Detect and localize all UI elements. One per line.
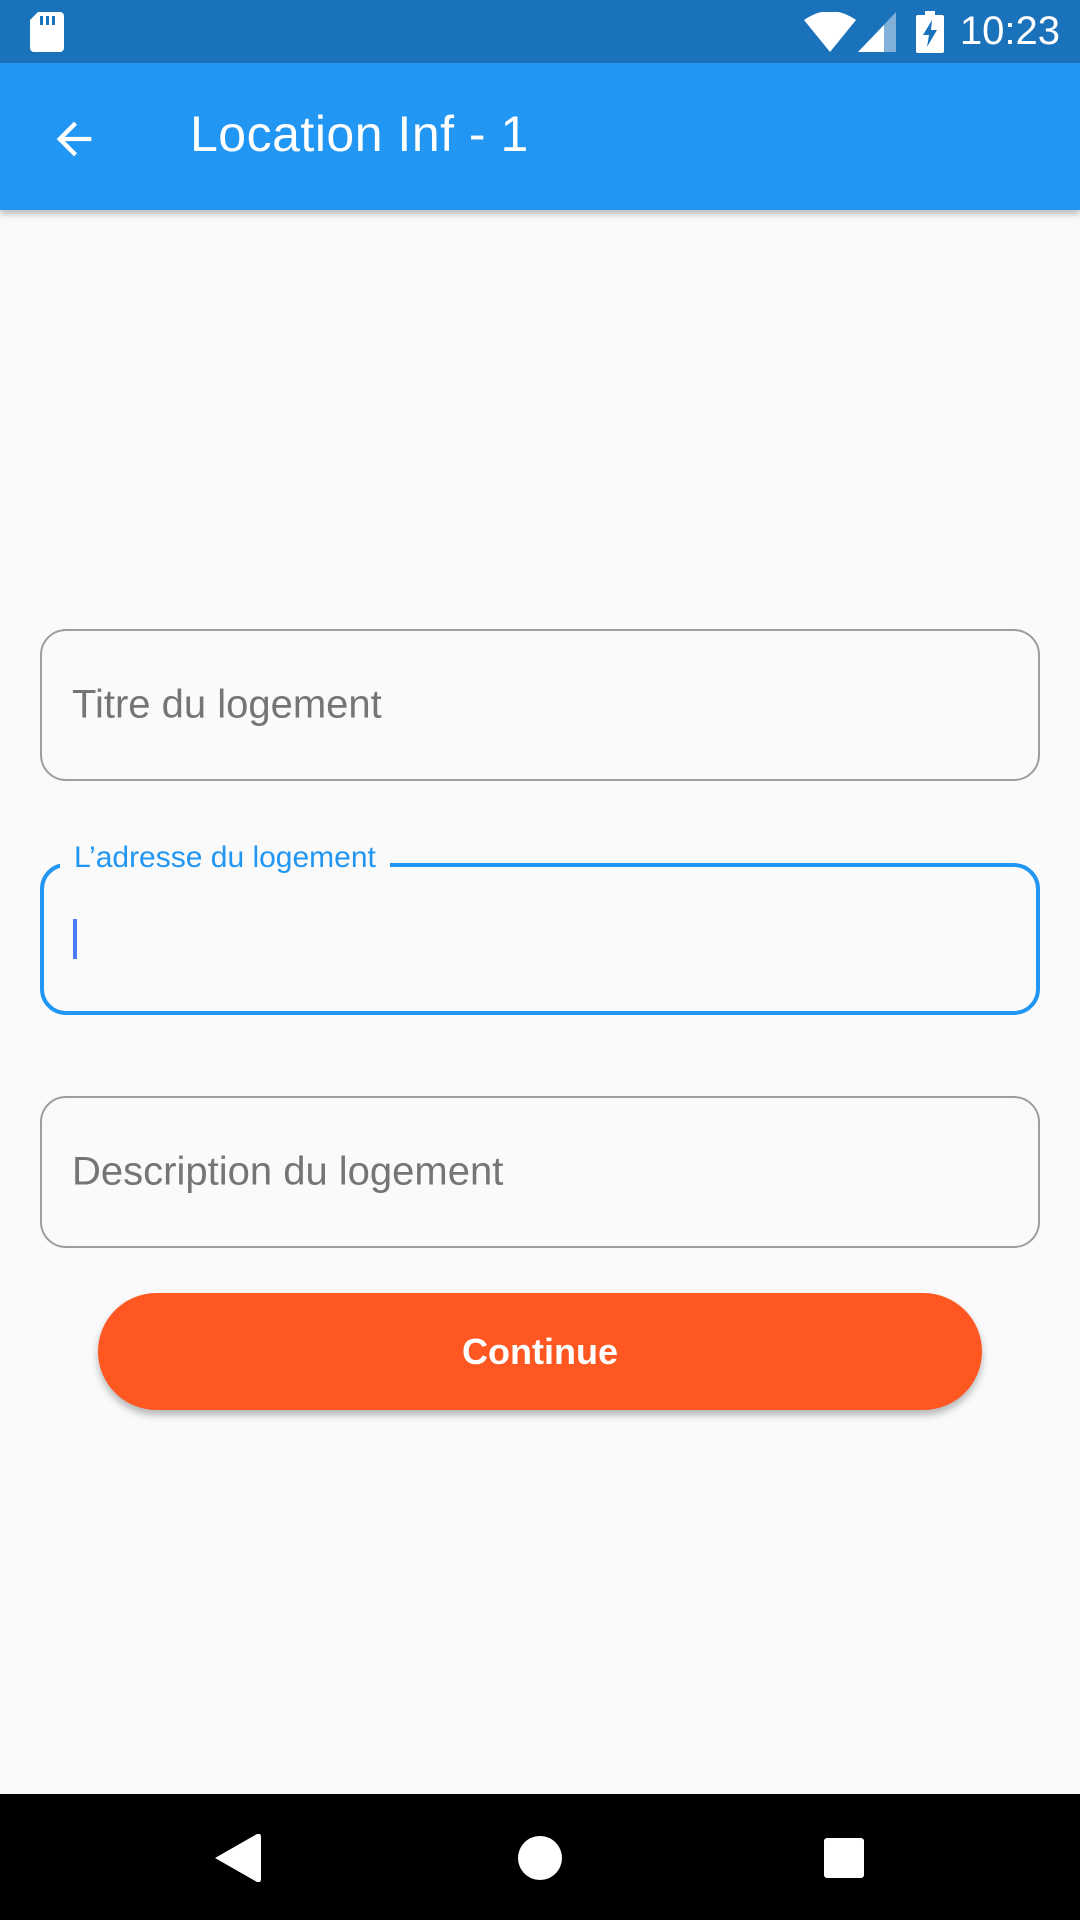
app-bar: Location Inf - 1: [0, 63, 1080, 210]
system-nav-bar: [0, 1794, 1080, 1920]
back-button[interactable]: [30, 99, 118, 179]
description-field-placeholder: Description du logement: [72, 1149, 504, 1194]
nav-recents-icon[interactable]: [824, 1838, 864, 1878]
title-field-placeholder: Titre du logement: [72, 682, 382, 727]
status-time: 10:23: [959, 9, 1060, 53]
text-cursor: [73, 919, 77, 959]
title-field[interactable]: Titre du logement: [40, 629, 1040, 781]
continue-button[interactable]: Continue: [98, 1293, 982, 1410]
status-bar: 10:23: [0, 0, 1080, 63]
page-title: Location Inf - 1: [190, 106, 529, 162]
address-field[interactable]: L’adresse du logement: [40, 841, 1040, 1015]
description-field[interactable]: Description du logement: [40, 1096, 1040, 1248]
signal-icon: [857, 11, 896, 52]
status-icons: 10:23: [803, 8, 1060, 55]
address-field-label: L’adresse du logement: [60, 841, 390, 875]
nav-back-icon[interactable]: [215, 1834, 261, 1882]
arrow-back-icon: [56, 121, 92, 157]
wifi-icon: [803, 11, 856, 52]
sd-card-icon: [30, 12, 64, 52]
battery-charging-icon: [915, 10, 944, 53]
nav-home-icon[interactable]: [518, 1836, 562, 1880]
